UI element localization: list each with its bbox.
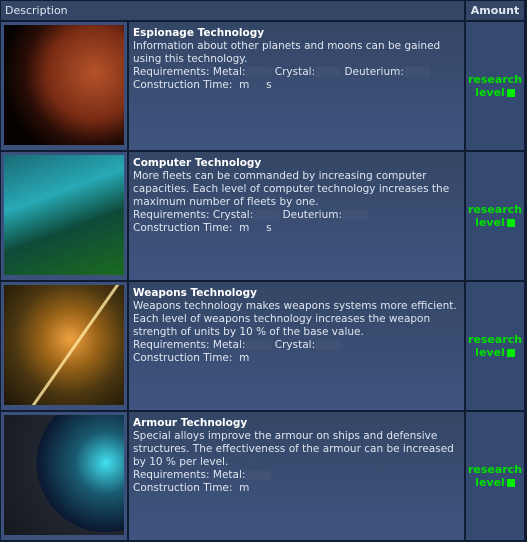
item-title[interactable]: Armour Technology bbox=[133, 417, 460, 430]
level-indicator-icon bbox=[506, 89, 515, 97]
item-construction-time: Construction Time: m s bbox=[133, 222, 272, 234]
armour-technology-image[interactable] bbox=[4, 415, 124, 535]
item-title[interactable]: Weapons Technology bbox=[133, 287, 460, 300]
item-requirements: Requirements: Metal: Crystal: Deuterium: bbox=[133, 66, 460, 79]
item-title[interactable]: Computer Technology bbox=[133, 157, 460, 170]
level-indicator-icon bbox=[506, 349, 515, 357]
item-requirements: Requirements: Crystal: Deuterium: bbox=[133, 209, 460, 222]
level-indicator-icon bbox=[506, 219, 515, 227]
item-construction-time: Construction Time: m bbox=[133, 352, 250, 364]
item-description: Information about other planets and moon… bbox=[133, 40, 441, 65]
research-level-button[interactable]: research level bbox=[467, 333, 523, 359]
table-row: Espionage Technology Information about o… bbox=[1, 22, 524, 150]
table-header: Description Amount bbox=[1, 1, 524, 20]
item-description: Special alloys improve the armour on shi… bbox=[133, 430, 454, 468]
item-description: More fleets can be commanded by increasi… bbox=[133, 170, 450, 208]
computer-technology-image[interactable] bbox=[4, 155, 124, 275]
table-row: Computer Technology More fleets can be c… bbox=[1, 152, 524, 280]
table-row: Armour Technology Special alloys improve… bbox=[1, 412, 524, 540]
research-level-button[interactable]: research level bbox=[467, 463, 523, 489]
item-description: Weapons technology makes weapons systems… bbox=[133, 300, 457, 338]
item-requirements: Requirements: Metal: Crystal: bbox=[133, 339, 460, 352]
research-level-button[interactable]: research level bbox=[467, 203, 523, 229]
item-requirements: Requirements: Metal: bbox=[133, 469, 460, 482]
item-title[interactable]: Espionage Technology bbox=[133, 27, 460, 40]
level-indicator-icon bbox=[506, 479, 515, 487]
table-row: Weapons Technology Weapons technology ma… bbox=[1, 282, 524, 410]
espionage-technology-image[interactable] bbox=[4, 25, 124, 145]
research-table: Description Amount Espionage Technology … bbox=[0, 0, 526, 542]
amount-header: Amount bbox=[466, 1, 524, 20]
weapons-technology-image[interactable] bbox=[4, 285, 124, 405]
item-construction-time: Construction Time: m bbox=[133, 482, 250, 494]
description-header: Description bbox=[1, 1, 464, 20]
research-level-button[interactable]: research level bbox=[467, 73, 523, 99]
item-construction-time: Construction Time: m s bbox=[133, 79, 272, 91]
